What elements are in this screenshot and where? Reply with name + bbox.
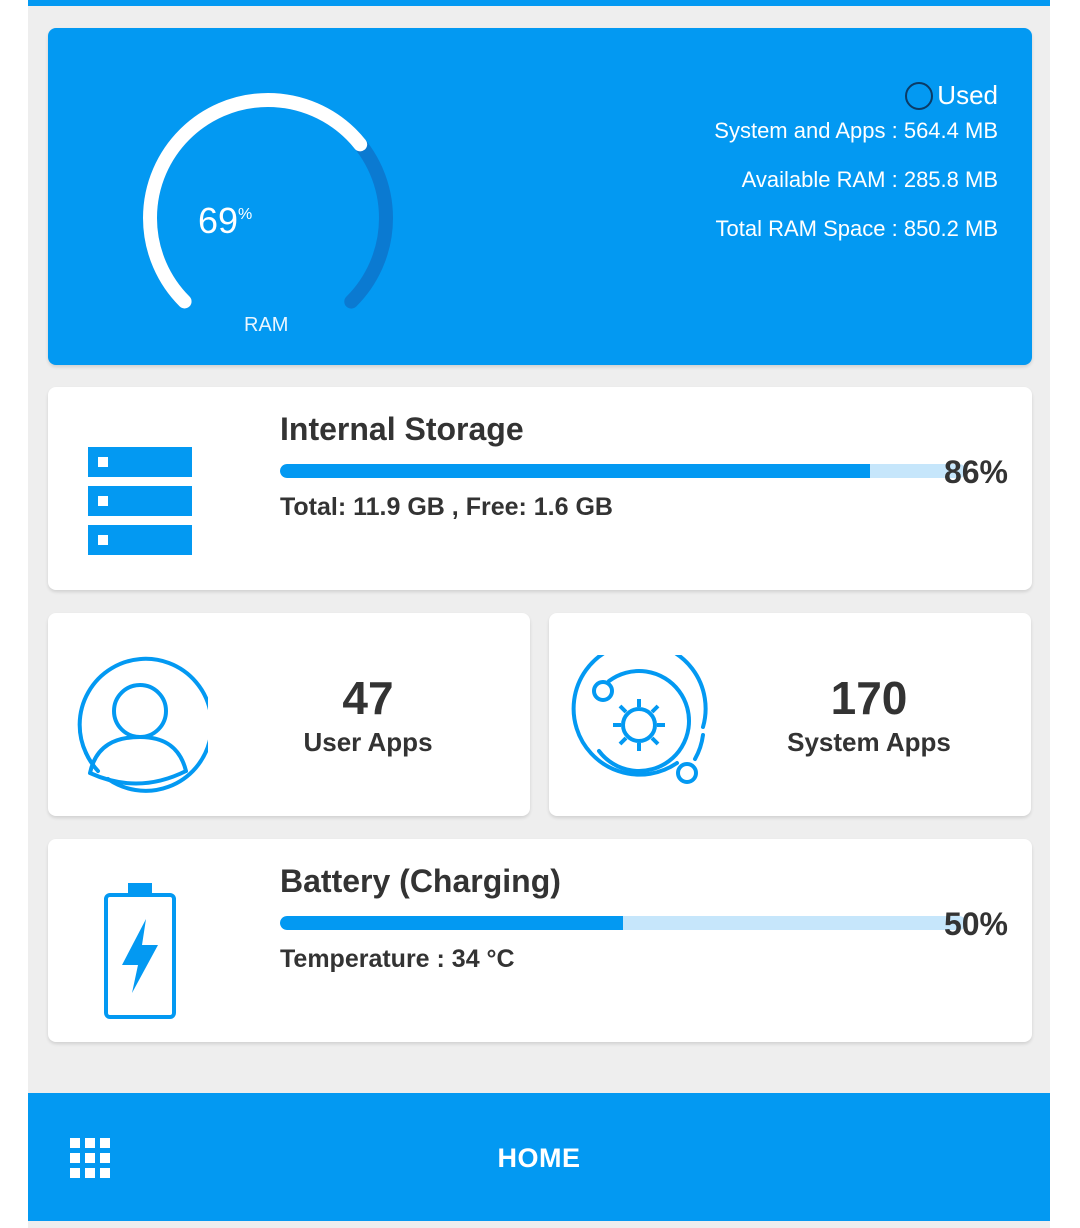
ram-legend: Used xyxy=(905,80,998,111)
user-circle-icon xyxy=(77,656,208,793)
battery-charging-icon xyxy=(104,883,176,1019)
battery-progress-fill xyxy=(280,916,623,930)
system-apps-card[interactable]: 170 System Apps xyxy=(549,613,1031,816)
battery-percent: 50% xyxy=(943,906,1008,942)
ram-percent-value: 69 xyxy=(198,200,239,241)
legend-dot-icon xyxy=(905,81,934,110)
ram-label: RAM xyxy=(244,314,289,336)
ram-system-apps: System and Apps : 564.4 MB xyxy=(714,118,998,143)
storage-details: Total: 11.9 GB , Free: 1.6 GB xyxy=(280,493,613,521)
user-apps-card[interactable]: 47 User Apps xyxy=(48,613,530,816)
ram-gauge-track xyxy=(143,92,393,343)
battery-details: Temperature : 34 °C xyxy=(280,945,515,973)
legend-used-label: Used xyxy=(937,80,998,110)
battery-progress-track xyxy=(280,916,966,930)
battery-card[interactable]: Battery (Charging) Temperature : 34 °C 5… xyxy=(48,839,1032,1042)
ram-percent-unit: % xyxy=(238,206,253,223)
battery-title: Battery (Charging) xyxy=(280,863,561,899)
ram-gauge xyxy=(143,92,393,343)
user-apps-label: User Apps xyxy=(303,727,433,757)
storage-card[interactable]: Internal Storage Total: 11.9 GB , Free: … xyxy=(48,387,1032,590)
system-apps-label: System Apps xyxy=(787,727,951,757)
ram-percent: 69% xyxy=(198,200,252,242)
ram-total: Total RAM Space : 850.2 MB xyxy=(715,216,998,241)
storage-progress-track xyxy=(280,464,966,478)
bottom-nav-bar: HOME xyxy=(28,1093,1050,1221)
ram-available: Available RAM : 285.8 MB xyxy=(741,167,998,192)
system-apps-count: 170 xyxy=(830,672,908,724)
gear-orbit-icon xyxy=(571,655,708,784)
storage-title: Internal Storage xyxy=(280,411,524,447)
ram-gauge-used-arc xyxy=(143,92,393,343)
server-stack-icon xyxy=(88,447,192,555)
home-tab[interactable]: HOME xyxy=(28,1143,1050,1174)
top-accent-strip xyxy=(28,0,1050,6)
ram-card[interactable]: 69% RAM Used System and Apps : 564.4 MB … xyxy=(48,28,1032,365)
storage-progress-fill xyxy=(280,464,870,478)
user-apps-count: 47 xyxy=(342,672,394,724)
storage-percent: 86% xyxy=(943,454,1008,490)
